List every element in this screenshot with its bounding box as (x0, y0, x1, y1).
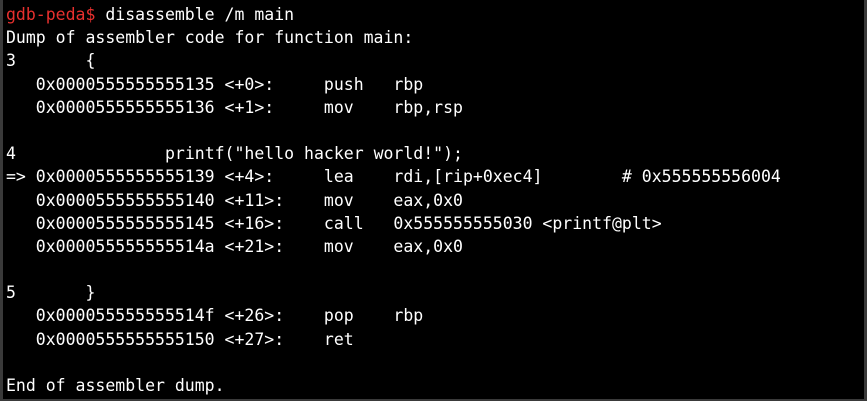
gdb-prompt: gdb-peda$ (6, 5, 96, 24)
output-dump-header: Dump of assembler code for function main… (6, 28, 414, 48)
terminal-window[interactable]: gdb-peda$ disassemble /m main Dump of as… (0, 0, 867, 401)
output-asm-line: 0x000055555555514f <+26>: pop rbp (6, 306, 424, 326)
output-blank-line (6, 351, 864, 374)
output-asm-line: 0x0000555555555150 <+27>: ret (6, 329, 354, 349)
output-blank-line (6, 258, 864, 281)
output-asm-line: 0x0000555555555140 <+11>: mov eax,0x0 (6, 190, 463, 210)
output-source-line-3: 3 { (6, 51, 96, 71)
output-asm-line-current: => 0x0000555555555139 <+4>: lea rdi,[rip… (6, 167, 781, 187)
output-asm-line: 0x0000555555555135 <+0>: push rbp (6, 74, 424, 94)
output-blank-line (6, 119, 864, 142)
command-line: gdb-peda$ disassemble /m main (6, 3, 864, 26)
output-asm-line: 0x0000555555555145 <+16>: call 0x5555555… (6, 213, 662, 233)
output-dump-footer: End of assembler dump. (6, 376, 225, 395)
output-asm-line: 0x000055555555514a <+21>: mov eax,0x0 (6, 236, 463, 256)
output-source-line-4: 4 printf("hello hacker world!"); (6, 144, 463, 164)
output-asm-line: 0x0000555555555136 <+1>: mov rbp,rsp (6, 97, 463, 117)
output-source-line-5: 5 } (6, 283, 96, 303)
command-text: disassemble /m main (95, 5, 295, 24)
